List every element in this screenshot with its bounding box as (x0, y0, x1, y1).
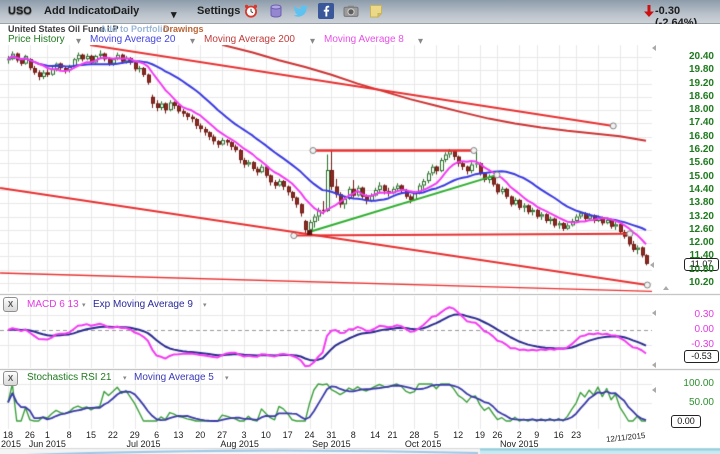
x-axis-month-label: 2015 (1, 439, 21, 449)
add-to-portfolio-link[interactable]: Add to Portfolio (100, 24, 168, 34)
note-icon[interactable] (368, 3, 384, 19)
stock-chart-app: USO Add Indicator Daily ▾ Settings -0.30… (0, 0, 720, 454)
x-axis-day-label: 13 (167, 430, 189, 440)
x-axis-month-label: Aug 2015 (216, 439, 264, 449)
ma8-dropdown[interactable]: Moving Average 8 (324, 34, 404, 45)
price-axis-label: 11.40 (650, 250, 718, 261)
chevron-down-icon[interactable]: ▾ (76, 36, 81, 47)
stoch-axis-label: 100.00 (650, 378, 718, 389)
price-axis-label: 15.60 (650, 157, 718, 168)
chevron-down-icon[interactable]: ▾ (123, 374, 127, 382)
price-axis-label: 15.00 (650, 171, 718, 182)
x-axis-day-label: 20 (189, 430, 211, 440)
price-axis-label: 16.20 (650, 144, 718, 155)
stoch-close-button[interactable]: X (3, 371, 18, 386)
x-axis-month-label: Nov 2015 (495, 439, 543, 449)
chart-canvas[interactable] (0, 0, 720, 454)
price-history-dropdown[interactable]: Price History (8, 34, 65, 45)
x-axis-month-label: Jun 2015 (23, 439, 71, 449)
chevron-down-icon[interactable]: ▾ (171, 8, 177, 21)
stoch-current-box: 0.00 (671, 415, 701, 428)
top-toolbar: USO Add Indicator Daily ▾ Settings -0.30… (0, 0, 720, 24)
ma200-dropdown[interactable]: Moving Average 200 (204, 34, 295, 45)
macd-signal-dropdown[interactable]: Exp Moving Average 9 (93, 299, 193, 310)
price-axis-label: 19.80 (650, 64, 718, 75)
alarm-clock-icon[interactable] (243, 3, 259, 19)
x-axis-month-label: Jul 2015 (119, 439, 167, 449)
ma20-dropdown[interactable]: Moving Average 20 (90, 34, 175, 45)
macd-current-box: -0.53 (684, 350, 719, 363)
x-axis-day-label: 15 (80, 430, 102, 440)
drawings-link[interactable]: Drawings (163, 24, 204, 34)
price-axis-label: 18.00 (650, 104, 718, 115)
price-axis-label: 20.40 (650, 51, 718, 62)
macd-axis-label: -0.30 (650, 339, 718, 350)
price-axis-label: 13.20 (650, 211, 718, 222)
chevron-down-icon[interactable]: ▾ (310, 36, 315, 47)
price-axis-label: 19.20 (650, 78, 718, 89)
chevron-down-icon[interactable]: ▾ (418, 36, 423, 47)
symbol-label[interactable]: USO (8, 5, 32, 17)
chevron-down-icon[interactable]: ▾ (225, 374, 229, 382)
stoch-axis-label: 50.00 (650, 397, 718, 408)
x-axis-day-label: 23 (565, 430, 587, 440)
price-axis-label: 10.80 (650, 264, 718, 275)
x-axis-day-label: 12 (447, 430, 469, 440)
twitter-icon[interactable] (293, 3, 309, 19)
macd-close-button[interactable]: X (3, 297, 18, 312)
price-axis-label: 12.00 (650, 237, 718, 248)
x-axis-day-label: 17 (277, 430, 299, 440)
indicator-legend-row: Price History ▾ Moving Average 20 ▾ Movi… (0, 35, 720, 45)
chevron-down-icon[interactable]: ▾ (203, 301, 207, 309)
add-indicator-button[interactable]: Add Indicator (44, 5, 115, 17)
facebook-icon[interactable] (318, 3, 334, 19)
price-axis-label: 17.40 (650, 117, 718, 128)
macd-axis-label: 0.00 (650, 324, 718, 335)
stoch-label-dropdown[interactable]: Stochastics RSI 21 (27, 372, 111, 383)
stoch-ma-dropdown[interactable]: Moving Average 5 (134, 372, 214, 383)
x-axis-month-label: Sep 2015 (307, 439, 355, 449)
x-axis-month-label: Oct 2015 (399, 439, 447, 449)
macd-axis-label: 0.30 (650, 309, 718, 320)
settings-button[interactable]: Settings (197, 5, 240, 17)
chevron-down-icon[interactable]: ▾ (82, 301, 86, 309)
price-axis-label: 16.80 (650, 131, 718, 142)
period-dropdown[interactable]: Daily (113, 5, 139, 17)
price-axis-label: 18.60 (650, 91, 718, 102)
database-icon[interactable] (268, 3, 284, 19)
macd-label-dropdown[interactable]: MACD 6 13 (27, 299, 79, 310)
camera-icon[interactable] (343, 3, 359, 19)
chevron-down-icon[interactable]: ▾ (190, 36, 195, 47)
price-axis-label: 10.20 (650, 277, 718, 288)
price-axis-label: 12.60 (650, 224, 718, 235)
axis-arrow-icon[interactable] (652, 362, 656, 368)
price-axis-label: 14.40 (650, 184, 718, 195)
price-axis-label: 13.80 (650, 197, 718, 208)
